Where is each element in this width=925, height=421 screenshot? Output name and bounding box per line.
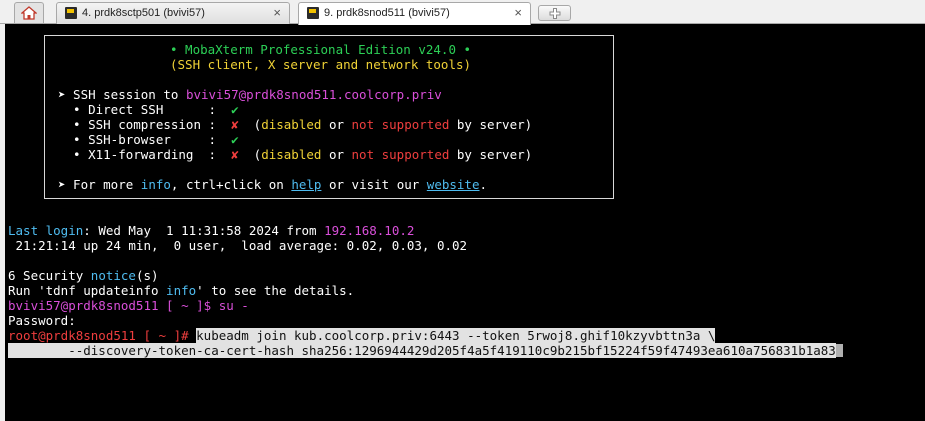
ssh-prefix: ➤ SSH session to [58, 87, 186, 102]
paren: ( [238, 147, 262, 162]
disabled-text: disabled [261, 147, 322, 162]
ssh-session-line: ➤ SSH session to bvivi57@prdk8snod511.co… [58, 87, 442, 102]
ssh-target: bvivi57@prdk8snod511.coolcorp.priv [185, 87, 442, 102]
by-server-text: by server) [449, 147, 533, 162]
direct-ssh-label: • Direct SSH : [58, 102, 232, 117]
terminal-key-icon [65, 7, 77, 19]
more-mid2: or visit our [321, 177, 427, 192]
password-prompt-line: Password: [8, 313, 76, 328]
or-text: or [321, 147, 352, 162]
root-command-line: root@prdk8snod511 [ ~ ]# kubeadm join ku… [8, 328, 716, 343]
ssh-browser-line: • SSH-browser : ✔ [58, 132, 239, 147]
tab-label: 4. prdk8sctp501 (bvivi57) [82, 7, 205, 19]
security-notice-line: 6 Security notice(s) [8, 268, 159, 283]
direct-ssh-line: • Direct SSH : ✔ [58, 102, 239, 117]
uptime-line: 21:21:14 up 24 min, 0 user, load average… [8, 238, 468, 253]
security-prefix: 6 Security [8, 268, 91, 283]
terminal-key-icon [307, 7, 319, 19]
run-info: info [166, 283, 197, 298]
close-icon[interactable]: × [273, 6, 281, 20]
command-continuation-line: --discovery-token-ca-cert-hash sha256:12… [8, 343, 843, 358]
terminal-view[interactable]: • MobaXterm Professional Edition v24.0 •… [5, 24, 925, 421]
run-suffix: ' to see the details. [196, 283, 355, 298]
cross-icon: ✘ [231, 117, 239, 132]
root-prompt: root@prdk8snod511 [ ~ ]# [8, 328, 197, 343]
security-notice: notice [90, 268, 136, 283]
info-text: info [140, 177, 171, 192]
home-tab[interactable] [14, 2, 44, 23]
period: . [479, 177, 488, 192]
banner-title: • MobaXterm Professional Edition v24.0 • [170, 42, 472, 57]
paren: ( [238, 117, 262, 132]
last-login-text: : Wed May 1 11:31:58 2024 from [83, 223, 325, 238]
ssh-compression-line: • SSH compression : ✘ (disabled or not s… [58, 117, 532, 132]
browser-label: • SSH-browser : [58, 132, 232, 147]
terminal-cursor [835, 344, 843, 357]
not-supported-text: not supported [351, 147, 450, 162]
selected-command-text[interactable]: --discovery-token-ca-cert-hash sha256:12… [8, 343, 836, 358]
check-icon: ✔ [231, 132, 239, 147]
disabled-text: disabled [261, 117, 322, 132]
tab-prdk8snod511[interactable]: 9. prdk8snod511 (bvivi57) × [298, 2, 531, 25]
run-updateinfo-line: Run 'tdnf updateinfo info' to see the de… [8, 283, 354, 298]
check-icon: ✔ [231, 102, 239, 117]
by-server-text: by server) [449, 117, 533, 132]
x11-label: • X11-forwarding : [58, 147, 232, 162]
plus-icon [549, 8, 561, 19]
banner-subtitle: (SSH client, X server and network tools) [170, 57, 472, 72]
tab-bar: 4. prdk8sctp501 (bvivi57) × 9. prdk8snod… [0, 0, 925, 25]
tab-prdk8sctp501[interactable]: 4. prdk8sctp501 (bvivi57) × [56, 2, 290, 24]
last-login-line: Last login: Wed May 1 11:31:58 2024 from… [8, 223, 414, 238]
last-login-ip: 192.168.10.2 [324, 223, 415, 238]
home-icon [21, 6, 37, 20]
more-mid: , ctrl+click on [170, 177, 292, 192]
tab-label: 9. prdk8snod511 (bvivi57) [324, 7, 450, 19]
user-prompt-line: bvivi57@prdk8snod511 [ ~ ]$ su - [8, 298, 249, 313]
last-login-label: Last login [8, 223, 84, 238]
cross-icon: ✘ [231, 147, 239, 162]
close-icon[interactable]: × [514, 6, 522, 20]
security-suffix: (s) [135, 268, 159, 283]
or-text: or [321, 117, 352, 132]
x11-forwarding-line: • X11-forwarding : ✘ (disabled or not su… [58, 147, 532, 162]
run-prefix: Run 'tdnf updateinfo [8, 283, 167, 298]
more-info-line: ➤ For more info, ctrl+click on help or v… [58, 177, 487, 192]
not-supported-text: not supported [351, 117, 450, 132]
website-link[interactable]: website [427, 177, 480, 192]
help-link[interactable]: help [291, 177, 321, 192]
compression-label: • SSH compression : [58, 117, 232, 132]
more-prefix: ➤ For more [58, 177, 141, 192]
new-tab-button[interactable] [538, 5, 571, 21]
selected-command-text[interactable]: kubeadm join kub.coolcorp.priv:6443 --to… [196, 328, 716, 343]
